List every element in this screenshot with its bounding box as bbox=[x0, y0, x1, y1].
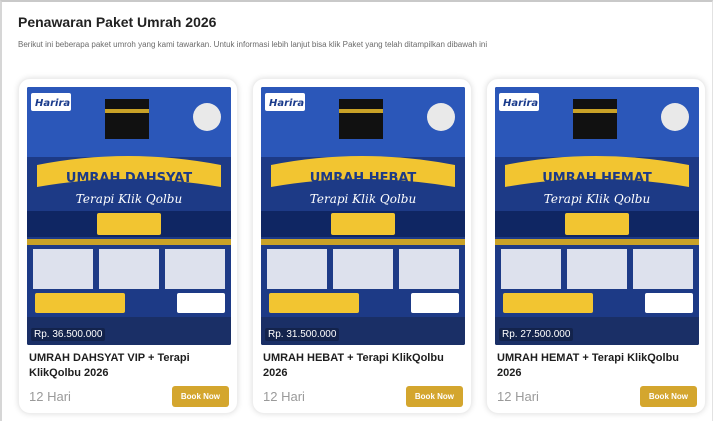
package-duration: 12 Hari bbox=[497, 389, 539, 404]
package-price: Rp. 36.500.000 bbox=[31, 328, 106, 341]
package-price: Rp. 27.500.000 bbox=[499, 328, 574, 341]
svg-text:Terapi Klik Qolbu: Terapi Klik Qolbu bbox=[76, 192, 182, 206]
package-poster[interactable]: Harira UMRAH HEBAT Terapi Klik Qolbu Rp.… bbox=[261, 87, 465, 345]
svg-text:UMRAH HEMAT: UMRAH HEMAT bbox=[542, 171, 652, 186]
svg-text:Terapi Klik Qolbu: Terapi Klik Qolbu bbox=[310, 192, 416, 206]
poster-graphic: Harira UMRAH HEBAT Terapi Klik Qolbu bbox=[261, 87, 465, 345]
section-title: Penawaran Paket Umrah 2026 bbox=[18, 14, 217, 30]
package-name[interactable]: UMRAH DAHSYAT VIP + Terapi KlikQolbu 202… bbox=[29, 351, 229, 381]
poster-graphic: Harira UMRAH DAHSYAT Terapi Klik Qolbu bbox=[27, 87, 231, 345]
svg-text:Harira: Harira bbox=[269, 98, 304, 109]
svg-text:UMRAH DAHSYAT: UMRAH DAHSYAT bbox=[66, 171, 192, 186]
svg-text:Harira: Harira bbox=[503, 98, 538, 109]
svg-text:UMRAH HEBAT: UMRAH HEBAT bbox=[310, 171, 417, 186]
package-poster[interactable]: Harira UMRAH DAHSYAT Terapi Klik Qolbu R… bbox=[27, 87, 231, 345]
package-duration: 12 Hari bbox=[29, 389, 71, 404]
package-poster[interactable]: Harira UMRAH HEMAT Terapi Klik Qolbu Rp.… bbox=[495, 87, 699, 345]
section-description: Berikut ini beberapa paket umroh yang ka… bbox=[18, 40, 488, 49]
book-now-button[interactable]: Book Now bbox=[639, 386, 697, 407]
book-now-button[interactable]: Book Now bbox=[405, 386, 463, 407]
svg-text:Terapi Klik Qolbu: Terapi Klik Qolbu bbox=[544, 192, 650, 206]
package-card-hebat[interactable]: Harira UMRAH HEBAT Terapi Klik Qolbu Rp.… bbox=[252, 78, 472, 414]
package-name[interactable]: UMRAH HEBAT + Terapi KlikQolbu 2026 bbox=[263, 351, 463, 381]
book-now-button[interactable]: Book Now bbox=[171, 386, 229, 407]
package-card-dahsyat[interactable]: Harira UMRAH DAHSYAT Terapi Klik Qolbu R… bbox=[18, 78, 238, 414]
package-name[interactable]: UMRAH HEMAT + Terapi KlikQolbu 2026 bbox=[497, 351, 697, 381]
package-card-hemat[interactable]: Harira UMRAH HEMAT Terapi Klik Qolbu Rp.… bbox=[486, 78, 706, 414]
package-duration: 12 Hari bbox=[263, 389, 305, 404]
poster-graphic: Harira UMRAH HEMAT Terapi Klik Qolbu bbox=[495, 87, 699, 345]
svg-text:Harira: Harira bbox=[35, 98, 70, 109]
package-price: Rp. 31.500.000 bbox=[265, 328, 340, 341]
